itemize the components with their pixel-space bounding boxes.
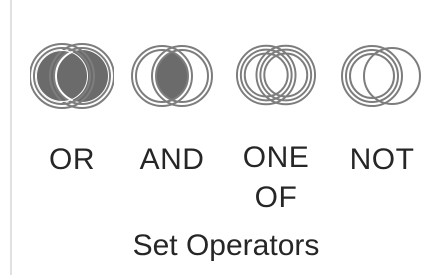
one-of-button[interactable]: ONE OF <box>226 18 326 218</box>
not-label: NOT <box>349 143 415 176</box>
and-button[interactable]: AND <box>122 18 222 218</box>
one-of-label-line2: OF <box>254 181 298 214</box>
or-button[interactable]: OR <box>22 18 122 218</box>
venn-exclusive-or-icon <box>235 44 317 106</box>
one-of-label: ONE OF <box>243 138 310 218</box>
venn-difference-icon <box>341 45 421 107</box>
venn-intersection-icon <box>131 45 213 107</box>
and-label: AND <box>139 143 205 176</box>
not-button[interactable]: NOT <box>332 18 432 218</box>
or-label: OR <box>49 143 95 176</box>
group-title: Set Operators <box>132 229 320 262</box>
set-operators-group: OR AND ONE OF NOT Set Operators <box>12 0 440 275</box>
venn-union-icon <box>30 43 114 109</box>
one-of-label-line1: ONE <box>242 141 310 174</box>
